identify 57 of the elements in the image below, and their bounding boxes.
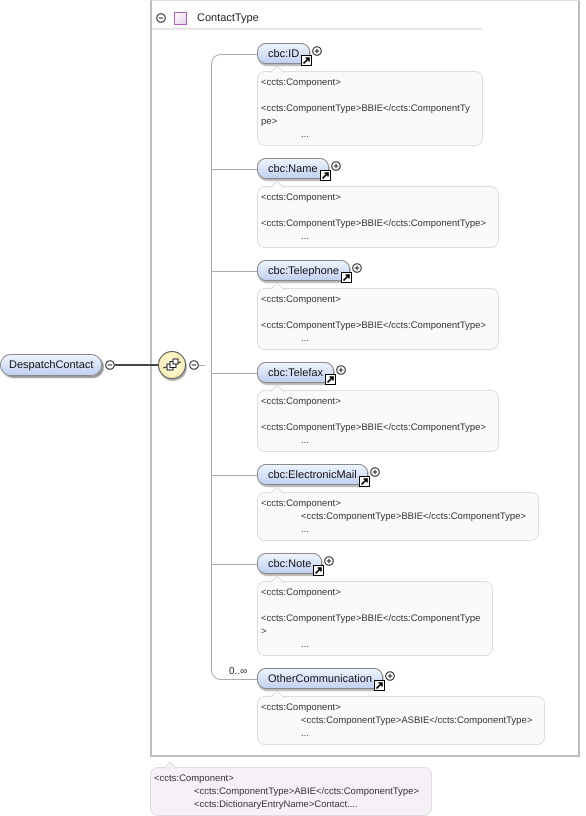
type-title: ContactType: [197, 12, 259, 24]
annotation-text: <ccts:DictionaryEntryName>Contact....: [193, 798, 359, 811]
expand-icon[interactable]: [330, 161, 341, 171]
annotation-text: <ccts:Component>: [261, 395, 342, 408]
element-node[interactable]: cbc:Note: [257, 553, 322, 574]
annotation-text: <ccts:Component>: [261, 497, 342, 510]
annotation-text: pe>: [261, 115, 278, 128]
annotation-text: <ccts:ComponentType>BBIE</ccts:ComponentType>: [261, 319, 486, 332]
annotation-text: <ccts:Component>: [261, 293, 342, 306]
occurrence-label: 0..∞: [229, 666, 248, 677]
arrow-icon[interactable]: [374, 680, 385, 691]
collapse-icon[interactable]: [189, 360, 200, 370]
arrow-icon[interactable]: [320, 170, 331, 181]
annotation-text: <ccts:Component>: [261, 586, 342, 599]
annotation-text: <ccts:Component>: [154, 772, 235, 785]
element-node[interactable]: DespatchContact: [0, 354, 102, 376]
expand-icon[interactable]: [384, 671, 395, 681]
annotation-text: >: [261, 625, 268, 638]
expand-icon[interactable]: [312, 46, 322, 56]
annotation-text: <ccts:Component>: [261, 76, 342, 89]
annotation-text: ...: [300, 727, 310, 740]
element-node[interactable]: cbc:Name: [257, 158, 329, 179]
annotation-text: <ccts:ComponentType>BBIE</ccts:ComponentType: [261, 612, 480, 625]
annotation-text: <ccts:ComponentType>BBIE</ccts:ComponentType>: [261, 217, 486, 230]
expand-icon[interactable]: [336, 365, 346, 375]
expand-icon[interactable]: [324, 556, 334, 566]
arrow-icon[interactable]: [340, 272, 352, 283]
arrow-icon[interactable]: [313, 565, 324, 576]
expand-icon[interactable]: [352, 263, 362, 273]
annotation-text: <ccts:ComponentType>BBIE</ccts:ComponentType>: [300, 510, 526, 523]
annotation-text: <ccts:Component>: [261, 191, 342, 204]
annotation-text: ...: [300, 638, 310, 651]
element-node[interactable]: cbc:Telephone: [257, 260, 350, 281]
expand-icon[interactable]: [370, 467, 380, 477]
annotation-text: ...: [300, 434, 310, 447]
annotation-text: <ccts:ComponentType>ABIE</ccts:ComponentType>: [193, 785, 419, 798]
arrow-icon[interactable]: [358, 476, 370, 487]
element-node[interactable]: OtherCommunication: [257, 668, 383, 689]
arrow-icon[interactable]: [325, 374, 336, 385]
annotation-text: <ccts:ComponentType>ASBIE</ccts:ComponentType>: [300, 714, 532, 727]
annotation-text: ...: [300, 230, 310, 243]
annotation-text: ...: [300, 523, 310, 536]
annotation-text: ...: [300, 128, 310, 141]
annotation-text: <ccts:ComponentType>BBIE</ccts:ComponentType>: [261, 421, 486, 434]
annotation-text: <ccts:ComponentType>BBIE</ccts:ComponentTy: [261, 102, 470, 115]
sequence-icon[interactable]: [158, 351, 186, 379]
collapse-icon[interactable]: [105, 360, 116, 370]
annotation-text: <ccts:Component>: [261, 701, 342, 714]
annotation-text: ...: [300, 332, 310, 345]
complex-type-icon: [174, 12, 187, 24]
connector-line: [115, 364, 158, 366]
collapse-icon[interactable]: [156, 13, 166, 23]
element-node[interactable]: cbc:Telefax: [257, 362, 334, 383]
connector-line: [199, 364, 206, 366]
arrow-icon[interactable]: [301, 55, 312, 66]
element-node[interactable]: cbc:ElectronicMail: [257, 464, 368, 485]
element-node[interactable]: cbc:ID: [257, 43, 310, 64]
